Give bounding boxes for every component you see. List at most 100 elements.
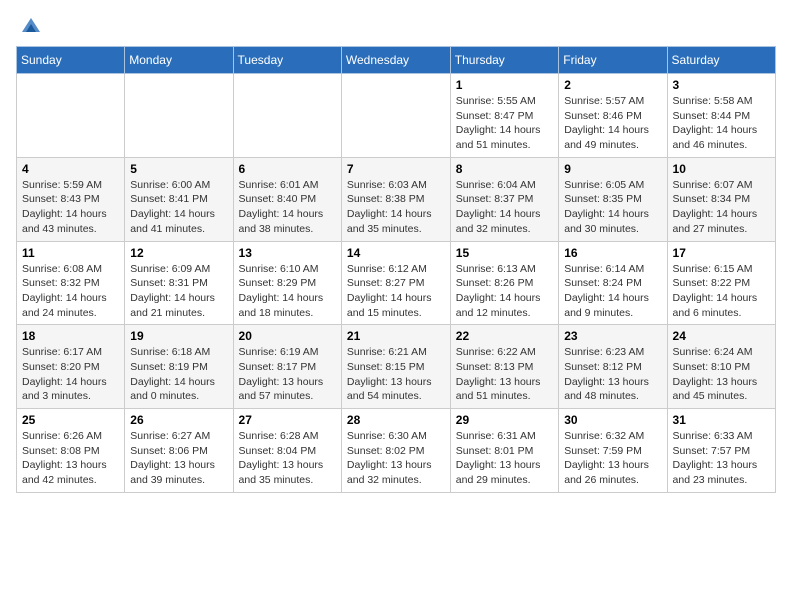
calendar-cell: 19Sunrise: 6:18 AMSunset: 8:19 PMDayligh… <box>125 325 233 409</box>
page-header <box>16 16 776 34</box>
calendar-cell: 1 Sunrise: 5:55 AMSunset: 8:47 PMDaylight… <box>450 74 558 158</box>
day-info: Sunrise: 6:14 AMSunset: 8:24 PMDaylight:… <box>564 262 661 321</box>
calendar-cell: 10 Sunrise: 6:07 AMSunset: 8:34 PMDayligh… <box>667 157 775 241</box>
day-info: Sunrise: 6:15 AMSunset: 8:22 PMDaylight:… <box>673 262 770 321</box>
day-number: 18 <box>22 329 119 343</box>
calendar-cell: 8 Sunrise: 6:04 AMSunset: 8:37 PMDaylight… <box>450 157 558 241</box>
day-info: Sunrise: 5:57 AMSunset: 8:46 PMDaylight:… <box>564 94 661 153</box>
day-number: 12 <box>130 246 227 260</box>
calendar-table: SundayMondayTuesdayWednesdayThursdayFrid… <box>16 46 776 493</box>
day-info: Sunrise: 6:13 AMSunset: 8:26 PMDaylight:… <box>456 262 553 321</box>
day-number: 10 <box>673 162 770 176</box>
day-number: 16 <box>564 246 661 260</box>
day-number: 17 <box>673 246 770 260</box>
calendar-cell <box>17 74 125 158</box>
day-number: 27 <box>239 413 336 427</box>
calendar-cell: 11 Sunrise: 6:08 AMSunset: 8:32 PMDayligh… <box>17 241 125 325</box>
day-info: Sunrise: 6:30 AMSunset: 8:02 PMDaylight:… <box>347 429 445 488</box>
day-number: 11 <box>22 246 119 260</box>
day-number: 14 <box>347 246 445 260</box>
logo <box>16 16 44 34</box>
calendar-cell: 18 Sunrise: 6:17 AMSunset: 8:20 PMDayligh… <box>17 325 125 409</box>
calendar-week-row: 1 Sunrise: 5:55 AMSunset: 8:47 PMDaylight… <box>17 74 776 158</box>
calendar-cell: 30Sunrise: 6:32 AMSunset: 7:59 PMDayligh… <box>559 409 667 493</box>
day-number: 15 <box>456 246 553 260</box>
day-info: Sunrise: 6:21 AMSunset: 8:15 PMDaylight:… <box>347 345 445 404</box>
day-of-week-header: Thursday <box>450 47 558 74</box>
calendar-cell: 23Sunrise: 6:23 AMSunset: 8:12 PMDayligh… <box>559 325 667 409</box>
calendar-cell: 9 Sunrise: 6:05 AMSunset: 8:35 PMDaylight… <box>559 157 667 241</box>
calendar-cell: 4 Sunrise: 5:59 AMSunset: 8:43 PMDaylight… <box>17 157 125 241</box>
day-number: 22 <box>456 329 553 343</box>
calendar-cell: 31 Sunrise: 6:33 AMSunset: 7:57 PMDayligh… <box>667 409 775 493</box>
day-of-week-header: Tuesday <box>233 47 341 74</box>
day-number: 28 <box>347 413 445 427</box>
calendar-cell: 22 Sunrise: 6:22 AMSunset: 8:13 PMDayligh… <box>450 325 558 409</box>
day-number: 20 <box>239 329 336 343</box>
day-number: 26 <box>130 413 227 427</box>
day-info: Sunrise: 6:26 AMSunset: 8:08 PMDaylight:… <box>22 429 119 488</box>
day-info: Sunrise: 6:32 AMSunset: 7:59 PMDaylight:… <box>564 429 661 488</box>
day-number: 1 <box>456 78 553 92</box>
calendar-cell: 7Sunrise: 6:03 AMSunset: 8:38 PMDaylight… <box>341 157 450 241</box>
day-info: Sunrise: 6:01 AMSunset: 8:40 PMDaylight:… <box>239 178 336 237</box>
day-number: 13 <box>239 246 336 260</box>
calendar-cell: 17 Sunrise: 6:15 AMSunset: 8:22 PMDayligh… <box>667 241 775 325</box>
day-number: 3 <box>673 78 770 92</box>
day-number: 4 <box>22 162 119 176</box>
day-of-week-header: Monday <box>125 47 233 74</box>
day-info: Sunrise: 6:04 AMSunset: 8:37 PMDaylight:… <box>456 178 553 237</box>
day-info: Sunrise: 6:05 AMSunset: 8:35 PMDaylight:… <box>564 178 661 237</box>
day-info: Sunrise: 6:00 AMSunset: 8:41 PMDaylight:… <box>130 178 227 237</box>
day-number: 8 <box>456 162 553 176</box>
day-info: Sunrise: 5:59 AMSunset: 8:43 PMDaylight:… <box>22 178 119 237</box>
day-info: Sunrise: 5:58 AMSunset: 8:44 PMDaylight:… <box>673 94 770 153</box>
day-info: Sunrise: 6:18 AMSunset: 8:19 PMDaylight:… <box>130 345 227 404</box>
day-number: 21 <box>347 329 445 343</box>
day-info: Sunrise: 6:12 AMSunset: 8:27 PMDaylight:… <box>347 262 445 321</box>
calendar-cell: 28 Sunrise: 6:30 AMSunset: 8:02 PMDayligh… <box>341 409 450 493</box>
day-info: Sunrise: 6:19 AMSunset: 8:17 PMDaylight:… <box>239 345 336 404</box>
day-number: 24 <box>673 329 770 343</box>
calendar-header-row: SundayMondayTuesdayWednesdayThursdayFrid… <box>17 47 776 74</box>
day-info: Sunrise: 5:55 AMSunset: 8:47 PMDaylight:… <box>456 94 553 153</box>
day-info: Sunrise: 6:08 AMSunset: 8:32 PMDaylight:… <box>22 262 119 321</box>
calendar-week-row: 25 Sunrise: 6:26 AMSunset: 8:08 PMDayligh… <box>17 409 776 493</box>
calendar-cell <box>125 74 233 158</box>
calendar-week-row: 11 Sunrise: 6:08 AMSunset: 8:32 PMDayligh… <box>17 241 776 325</box>
calendar-cell: 12 Sunrise: 6:09 AMSunset: 8:31 PMDayligh… <box>125 241 233 325</box>
calendar-cell: 25 Sunrise: 6:26 AMSunset: 8:08 PMDayligh… <box>17 409 125 493</box>
day-info: Sunrise: 6:09 AMSunset: 8:31 PMDaylight:… <box>130 262 227 321</box>
calendar-cell: 26 Sunrise: 6:27 AMSunset: 8:06 PMDayligh… <box>125 409 233 493</box>
day-number: 9 <box>564 162 661 176</box>
day-info: Sunrise: 6:33 AMSunset: 7:57 PMDaylight:… <box>673 429 770 488</box>
day-info: Sunrise: 6:10 AMSunset: 8:29 PMDaylight:… <box>239 262 336 321</box>
calendar-cell: 14 Sunrise: 6:12 AMSunset: 8:27 PMDayligh… <box>341 241 450 325</box>
day-info: Sunrise: 6:28 AMSunset: 8:04 PMDaylight:… <box>239 429 336 488</box>
calendar-cell: 2 Sunrise: 5:57 AMSunset: 8:46 PMDaylight… <box>559 74 667 158</box>
day-info: Sunrise: 6:22 AMSunset: 8:13 PMDaylight:… <box>456 345 553 404</box>
day-info: Sunrise: 6:07 AMSunset: 8:34 PMDaylight:… <box>673 178 770 237</box>
day-info: Sunrise: 6:23 AMSunset: 8:12 PMDaylight:… <box>564 345 661 404</box>
day-of-week-header: Friday <box>559 47 667 74</box>
calendar-cell: 27 Sunrise: 6:28 AMSunset: 8:04 PMDayligh… <box>233 409 341 493</box>
calendar-week-row: 18 Sunrise: 6:17 AMSunset: 8:20 PMDayligh… <box>17 325 776 409</box>
day-number: 5 <box>130 162 227 176</box>
calendar-cell: 13 Sunrise: 6:10 AMSunset: 8:29 PMDayligh… <box>233 241 341 325</box>
logo-icon <box>20 16 42 34</box>
calendar-week-row: 4 Sunrise: 5:59 AMSunset: 8:43 PMDaylight… <box>17 157 776 241</box>
day-number: 25 <box>22 413 119 427</box>
day-info: Sunrise: 6:27 AMSunset: 8:06 PMDaylight:… <box>130 429 227 488</box>
calendar-cell: 24 Sunrise: 6:24 AMSunset: 8:10 PMDayligh… <box>667 325 775 409</box>
day-info: Sunrise: 6:03 AMSunset: 8:38 PMDaylight:… <box>347 178 445 237</box>
day-info: Sunrise: 6:24 AMSunset: 8:10 PMDaylight:… <box>673 345 770 404</box>
day-of-week-header: Wednesday <box>341 47 450 74</box>
day-of-week-header: Sunday <box>17 47 125 74</box>
calendar-cell: 21 Sunrise: 6:21 AMSunset: 8:15 PMDayligh… <box>341 325 450 409</box>
calendar-cell: 15 Sunrise: 6:13 AMSunset: 8:26 PMDayligh… <box>450 241 558 325</box>
calendar-cell <box>233 74 341 158</box>
day-info: Sunrise: 6:17 AMSunset: 8:20 PMDaylight:… <box>22 345 119 404</box>
day-number: 29 <box>456 413 553 427</box>
day-number: 31 <box>673 413 770 427</box>
day-number: 2 <box>564 78 661 92</box>
